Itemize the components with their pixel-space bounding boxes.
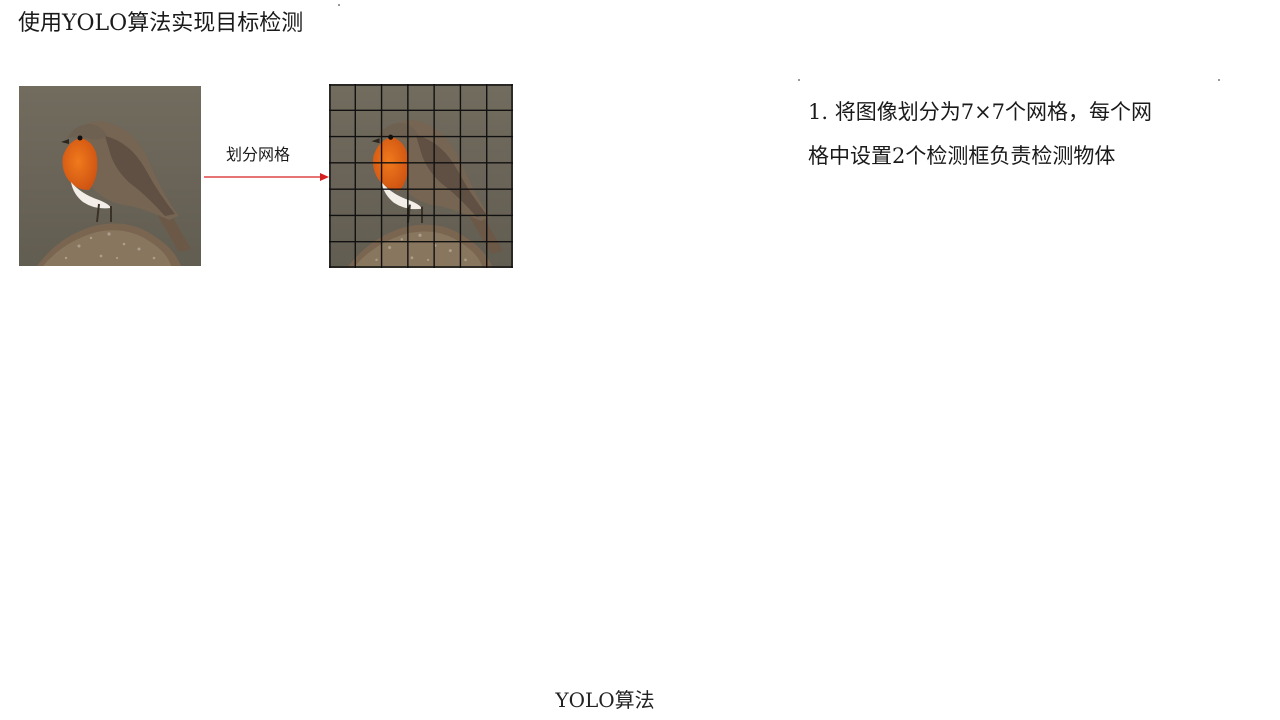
robin-photo-art [19, 86, 201, 266]
description-line-2: 格中设置2个检测框负责检测物体 [808, 144, 1116, 168]
description-line-1: 1. 将图像划分为7×7个网格，每个网 [808, 100, 1153, 124]
corner-mark [798, 79, 800, 81]
corner-mark [1218, 79, 1220, 81]
grid-overlay [329, 84, 513, 268]
footer-label: YOLO算法 [555, 688, 655, 712]
arrow-label: 划分网格 [226, 145, 291, 164]
robin-photo-gridded [329, 84, 513, 268]
description: 1. 将图像划分为7×7个网格，每个网 格中设置2个检测框负责检测物体 [808, 90, 1218, 178]
right-arrow-icon [204, 173, 329, 181]
corner-mark [338, 4, 340, 6]
robin-photo [19, 86, 201, 266]
slide-title: 使用YOLO算法实现目标检测 [18, 11, 304, 36]
